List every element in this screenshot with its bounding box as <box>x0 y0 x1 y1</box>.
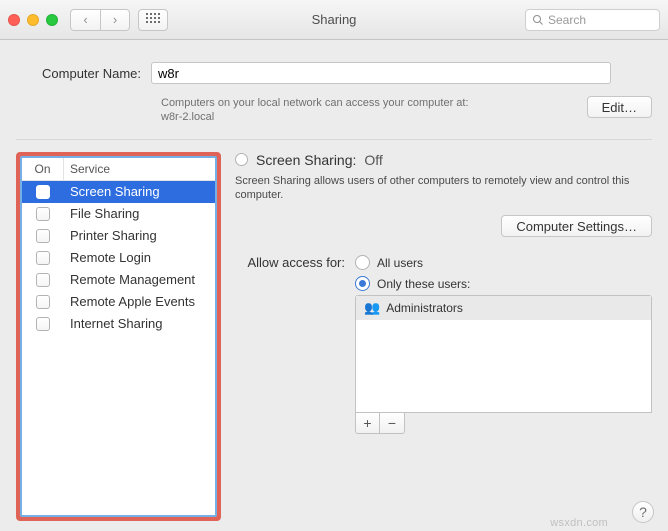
computer-settings-button[interactable]: Computer Settings… <box>501 215 652 237</box>
services-list-header: On Service <box>22 158 215 181</box>
computer-name-label: Computer Name: <box>16 62 151 81</box>
search-icon <box>532 14 544 26</box>
show-all-button[interactable] <box>138 9 168 31</box>
service-detail: Screen Sharing: Off Screen Sharing allow… <box>235 152 652 521</box>
add-user-button[interactable]: + <box>356 413 380 433</box>
radio-icon <box>355 255 370 270</box>
service-status-name: Screen Sharing: <box>256 152 356 168</box>
service-row[interactable]: Printer Sharing <box>22 225 215 247</box>
chevron-left-icon: ‹ <box>83 12 87 27</box>
service-row[interactable]: Internet Sharing <box>22 313 215 335</box>
users-list[interactable]: 👥 Administrators <box>355 295 652 413</box>
sharing-preferences-window: ‹ › Sharing Search Computer Name: <box>0 0 668 531</box>
service-label: Remote Management <box>64 272 215 287</box>
access-radio-group: All users Only these users: <box>355 255 652 291</box>
service-checkbox[interactable] <box>36 251 50 265</box>
service-row[interactable]: Remote Apple Events <box>22 291 215 313</box>
main-area: On Service Screen Sharing File Sharing Pri… <box>16 152 652 521</box>
users-box: 👥 Administrators + − <box>355 295 652 434</box>
back-button[interactable]: ‹ <box>70 9 100 31</box>
service-checkbox[interactable] <box>36 229 50 243</box>
computer-name-info-row: Computers on your local network can acce… <box>16 96 652 125</box>
service-label: Screen Sharing <box>64 184 215 199</box>
chevron-right-icon: › <box>113 12 117 27</box>
computer-name-input[interactable] <box>151 62 611 84</box>
service-label: Printer Sharing <box>64 228 215 243</box>
service-label: File Sharing <box>64 206 215 221</box>
service-checkbox[interactable] <box>36 207 50 221</box>
grid-icon <box>146 13 160 27</box>
user-row[interactable]: 👥 Administrators <box>356 296 651 320</box>
edit-hostname-button[interactable]: Edit… <box>587 96 652 118</box>
service-checkbox[interactable] <box>36 295 50 309</box>
service-row[interactable]: File Sharing <box>22 203 215 225</box>
radio-only-these-users[interactable]: Only these users: <box>355 276 652 291</box>
window-controls <box>8 14 58 26</box>
service-label: Internet Sharing <box>64 316 215 331</box>
search-field[interactable]: Search <box>525 9 660 31</box>
service-description: Screen Sharing allows users of other com… <box>235 174 652 204</box>
forward-button[interactable]: › <box>100 9 130 31</box>
computer-name-info-line1: Computers on your local network can acce… <box>161 96 575 110</box>
zoom-window-button[interactable] <box>46 14 58 26</box>
divider <box>16 139 652 140</box>
radio-all-users[interactable]: All users <box>355 255 652 270</box>
watermark: wsxdn.com <box>550 517 608 529</box>
services-header-service: Service <box>64 158 215 180</box>
user-label: Administrators <box>386 301 463 315</box>
services-list: On Service Screen Sharing File Sharing Pri… <box>20 156 217 517</box>
help-button[interactable]: ? <box>632 501 654 523</box>
service-checkbox[interactable] <box>36 317 50 331</box>
status-indicator-icon <box>235 153 248 166</box>
service-status-row: Screen Sharing: Off <box>235 152 652 168</box>
titlebar: ‹ › Sharing Search <box>0 0 668 40</box>
service-label: Remote Apple Events <box>64 294 215 309</box>
service-row[interactable]: Screen Sharing <box>22 181 215 203</box>
service-status-state: Off <box>364 152 382 168</box>
radio-all-users-label: All users <box>377 256 423 270</box>
access-area: Allow access for: All users Only these u… <box>235 255 652 434</box>
search-placeholder: Search <box>548 13 586 27</box>
computer-name-info: Computers on your local network can acce… <box>161 96 575 125</box>
service-label: Remote Login <box>64 250 215 265</box>
close-window-button[interactable] <box>8 14 20 26</box>
people-icon: 👥 <box>364 300 380 316</box>
service-checkbox[interactable] <box>36 185 50 199</box>
radio-only-these-label: Only these users: <box>377 277 470 291</box>
computer-name-row: Computer Name: <box>16 62 652 84</box>
users-add-remove-bar: + − <box>355 413 405 434</box>
service-row[interactable]: Remote Login <box>22 247 215 269</box>
access-label: Allow access for: <box>235 255 345 434</box>
radio-icon <box>355 276 370 291</box>
nav-back-forward: ‹ › <box>70 9 130 31</box>
services-list-highlight: On Service Screen Sharing File Sharing Pri… <box>16 152 221 521</box>
remove-user-button[interactable]: − <box>380 413 404 433</box>
content-body: Computer Name: Computers on your local n… <box>0 40 668 531</box>
computer-name-info-line2: w8r-2.local <box>161 110 575 124</box>
service-row[interactable]: Remote Management <box>22 269 215 291</box>
services-header-on: On <box>22 158 64 180</box>
services-list-body[interactable]: Screen Sharing File Sharing Printer Sharin… <box>22 181 215 515</box>
service-checkbox[interactable] <box>36 273 50 287</box>
minimize-window-button[interactable] <box>27 14 39 26</box>
